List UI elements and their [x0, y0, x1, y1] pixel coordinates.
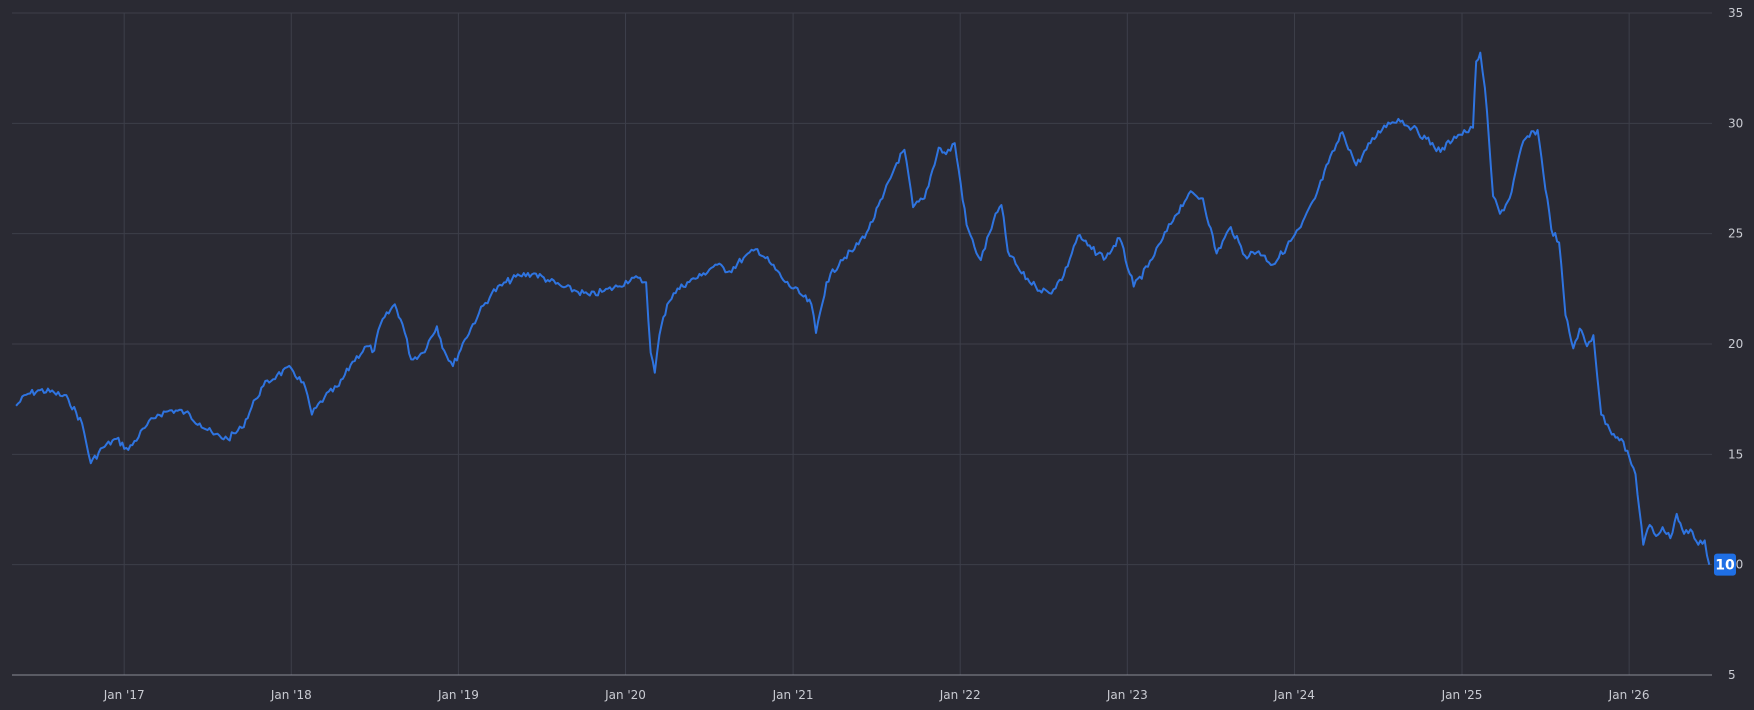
chart-container: 5101520253035 Jan '17Jan '18Jan '19Jan '… — [0, 0, 1754, 710]
y-tick-label: 20 — [1728, 337, 1743, 351]
y-axis-tick-labels: 5101520253035 — [1728, 6, 1743, 682]
grid-lines — [12, 12, 1712, 675]
x-tick-label: Jan '25 — [1441, 688, 1483, 702]
y-tick-label: 25 — [1728, 227, 1743, 241]
x-tick-label: Jan '19 — [437, 688, 479, 702]
y-tick-label: 15 — [1728, 447, 1743, 461]
series-line — [15, 51, 1711, 565]
x-tick-label: Jan '20 — [604, 688, 646, 702]
x-tick-label: Jan '21 — [772, 688, 814, 702]
x-axis-tick-labels: Jan '17 Jan '18 Jan '19 Jan '20 Jan '21 Jan '… — [103, 688, 1650, 702]
x-tick-label: Jan '22 — [939, 688, 981, 702]
y-tick-label: 30 — [1728, 116, 1743, 130]
line-chart: 5101520253035 Jan '17Jan '18Jan '19Jan '… — [12, 6, 1743, 702]
y-tick-label: 5 — [1728, 668, 1736, 682]
last-value-label: 10 — [1715, 558, 1735, 574]
last-value-badge: 10 — [1714, 553, 1736, 576]
x-tick-label: Jan '24 — [1273, 688, 1315, 702]
x-tick-label: Jan '17 — [103, 688, 145, 702]
x-tick-label: Jan '23 — [1106, 688, 1148, 702]
y-tick-label: 35 — [1728, 6, 1743, 20]
x-tick-label: Jan '18 — [270, 688, 312, 702]
x-tick-label: Jan '26 — [1608, 688, 1650, 702]
